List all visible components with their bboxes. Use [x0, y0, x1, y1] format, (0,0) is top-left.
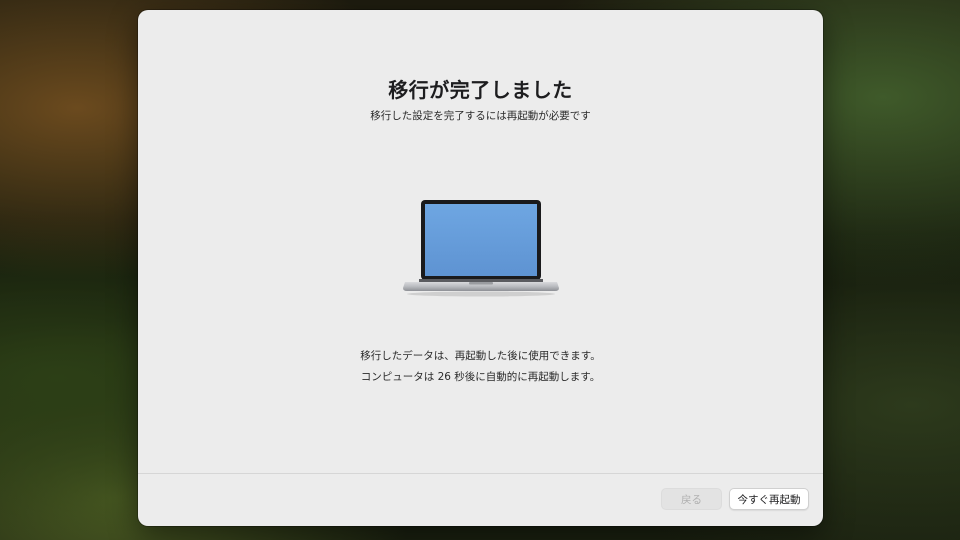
migration-complete-window: 移行が完了しました 移行した設定を完了するには再起動が必要です 移行したデータは… [138, 10, 823, 526]
restart-now-button[interactable]: 今すぐ再起動 [729, 488, 809, 510]
data-ready-message: 移行したデータは、再起動した後に使用できます。 [360, 350, 601, 362]
footer-divider [138, 473, 823, 474]
page-title: 移行が完了しました [388, 78, 573, 102]
auto-restart-countdown: コンピュータは 26 秒後に自動的に再起動します。 [360, 371, 601, 383]
page-subtitle: 移行した設定を完了するには再起動が必要です [370, 110, 591, 122]
back-button[interactable]: 戻る [661, 488, 722, 510]
laptop-icon [401, 198, 561, 306]
